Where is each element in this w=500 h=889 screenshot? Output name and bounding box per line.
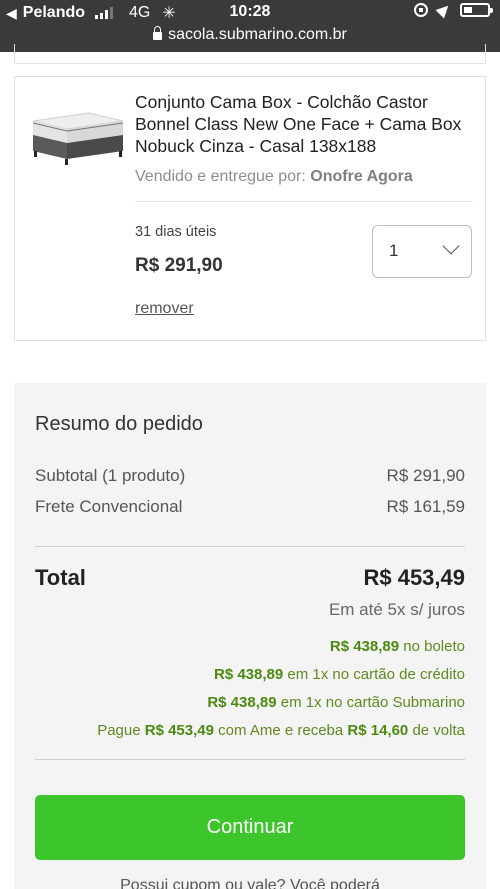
divider <box>135 201 473 202</box>
status-right <box>414 1 493 19</box>
option-text: em 1x no cartão Submarino <box>280 694 465 711</box>
option-amount: R$ 438,89 <box>213 666 284 683</box>
battery-icon <box>460 3 493 17</box>
ame-amount: R$ 453,49 <box>144 722 214 739</box>
coupon-hint: Possui cupom ou vale? Você poderá <box>120 877 380 889</box>
ame-suffix: de volta <box>412 722 465 739</box>
product-title[interactable]: Conjunto Cama Box - Colchão Castor Bonne… <box>135 91 465 157</box>
subtotal-row: Subtotal (1 produto) R$ 291,90 <box>35 466 465 486</box>
quantity-select[interactable]: 1 <box>372 225 472 278</box>
quantity-value: 1 <box>389 241 399 260</box>
total-label: Total <box>35 565 86 590</box>
seller-name[interactable]: Onofre Agora <box>310 168 413 185</box>
payment-option-submarino-card: R$ 438,89 em 1x no cartão Submarino <box>207 694 465 711</box>
address-bar[interactable]: sacola.submarino.com.br <box>0 26 500 44</box>
rotation-lock-icon <box>414 3 428 17</box>
installments-info: Em até 5x s/ juros <box>328 600 465 619</box>
remove-link[interactable]: remover <box>135 300 194 318</box>
option-amount: R$ 438,89 <box>329 638 400 655</box>
location-icon <box>435 1 453 19</box>
chevron-down-icon <box>442 237 460 255</box>
product-image[interactable] <box>29 107 125 169</box>
shipping-value: R$ 161,59 <box>386 497 465 516</box>
shipping-label: Frete Convencional <box>35 497 183 516</box>
option-text: em 1x no cartão de crédito <box>287 666 465 683</box>
seller-info: Vendido e entregue por: Onofre Agora <box>135 168 413 186</box>
cart-item-card: Conjunto Cama Box - Colchão Castor Bonne… <box>14 76 486 341</box>
lock-icon <box>153 26 163 40</box>
payment-option-ame: Pague R$ 453,49 com Ame e receba R$ 14,6… <box>97 722 465 739</box>
continue-button[interactable]: Continuar <box>35 795 465 860</box>
ame-prefix: Pague <box>97 722 141 739</box>
payment-option-boleto: R$ 438,89 no boleto <box>330 638 465 655</box>
subtotal-label: Subtotal (1 produto) <box>35 466 186 485</box>
total-value: R$ 453,49 <box>363 565 465 590</box>
ame-middle: com Ame e receba <box>218 722 344 739</box>
divider <box>35 759 465 760</box>
seller-prefix: Vendido e entregue por: <box>135 168 306 185</box>
ame-cashback: R$ 14,60 <box>347 722 409 739</box>
url-text: sacola.submarino.com.br <box>168 26 347 43</box>
previous-card-edge <box>14 44 486 64</box>
divider <box>35 546 465 547</box>
delivery-time: 31 dias úteis <box>135 224 217 240</box>
option-text: no boleto <box>403 638 465 655</box>
summary-heading: Resumo do pedido <box>35 413 203 435</box>
item-price: R$ 291,90 <box>135 255 223 276</box>
order-summary: Resumo do pedido Subtotal (1 produto) R$… <box>14 383 486 889</box>
shipping-row: Frete Convencional R$ 161,59 <box>35 497 465 517</box>
subtotal-value: R$ 291,90 <box>386 466 465 485</box>
option-amount: R$ 438,89 <box>207 694 277 711</box>
payment-option-credit-card: R$ 438,89 em 1x no cartão de crédito <box>214 666 465 683</box>
